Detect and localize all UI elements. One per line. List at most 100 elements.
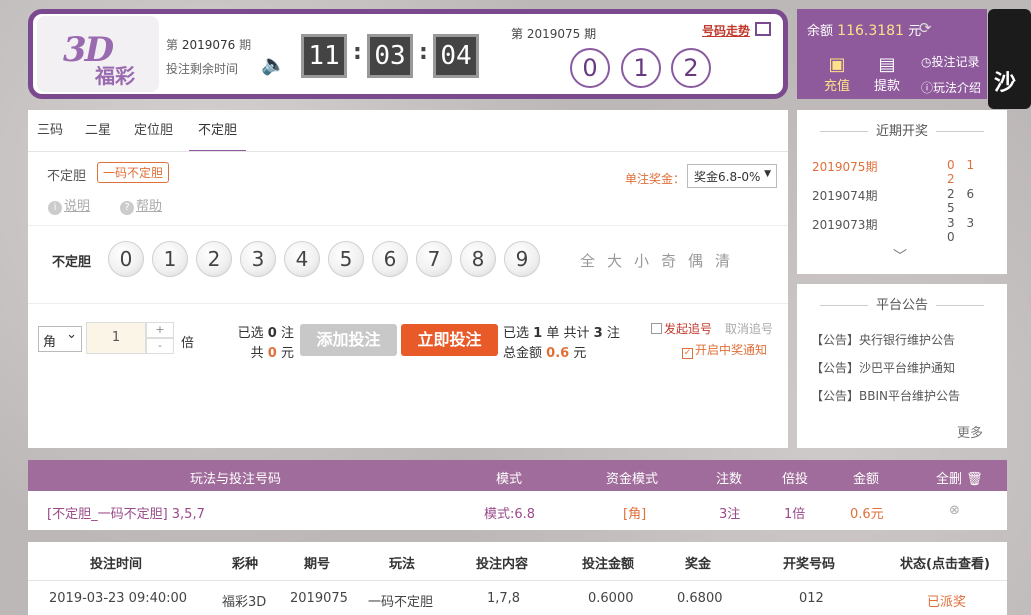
chevron-down-icon[interactable]: ﹀ (893, 246, 907, 266)
play-intro-link[interactable]: ⓘ玩法介绍 (921, 79, 981, 96)
hist-time: 2019-03-23 09:40:00 (49, 591, 188, 606)
hist-status-link[interactable]: 已派奖 (927, 591, 966, 610)
cancel-chase-link[interactable]: 取消追号 (725, 320, 773, 337)
countdown-colon: : (353, 40, 362, 65)
explain-link[interactable]: i 说明 (48, 195, 90, 215)
divider (28, 225, 788, 226)
cart-play: [不定胆_一码不定胆] 3,5,7 (47, 507, 205, 522)
current-issue: 第 2019076 期 (166, 38, 252, 52)
hist-col-time: 投注时间 (90, 557, 143, 572)
add-bet-button[interactable]: 添加投注 (300, 324, 397, 356)
digit-ball-0[interactable]: 0 (108, 241, 144, 277)
digit-ball-4[interactable]: 4 (284, 241, 320, 277)
digit-ball-8[interactable]: 8 (460, 241, 496, 277)
notice-item[interactable]: 【公告】央行银行维护公告 (811, 331, 955, 348)
recent-draws-title: 近期开奖 (797, 120, 1007, 139)
hist-content: 1,7,8 (487, 591, 521, 606)
selected-total: 共 0 元 (250, 346, 294, 361)
current-issue-number: 2019076 (181, 38, 236, 52)
prize-label: 单注奖金： (625, 172, 686, 186)
notice-item[interactable]: 【公告】BBIN平台维护公告 (811, 387, 960, 404)
prev-draw-ball: 1 (621, 48, 661, 88)
quick-small[interactable]: 小 (634, 250, 649, 271)
cart-col-mode: 模式 (496, 472, 523, 487)
digit-ball-5[interactable]: 5 (328, 241, 364, 277)
digit-ball-6[interactable]: 6 (372, 241, 408, 277)
notice-item[interactable]: 【公告】沙巴平台维护通知 (811, 359, 955, 376)
sub-type-option[interactable]: 一码不定胆 (97, 162, 170, 183)
tab-budingdan[interactable]: 不定胆 (189, 110, 247, 152)
wallet-icon: ▤ (878, 54, 896, 75)
digit-ball-9[interactable]: 9 (504, 241, 540, 277)
balance-amount: 116.3181 (837, 23, 904, 39)
digit-ball-2[interactable]: 2 (196, 241, 232, 277)
deposit-icon: ▣ (828, 54, 846, 75)
divider (28, 303, 788, 304)
balance: 余额 116.3181 元 (807, 23, 922, 39)
countdown-seconds: 04 (433, 34, 479, 78)
more-notices-link[interactable]: 更多 (957, 422, 983, 441)
notices-panel: 平台公告 【公告】央行银行维护公告 【公告】沙巴平台维护通知 【公告】BBIN平… (797, 284, 1007, 448)
withdraw-button[interactable]: ▤ 提款 (867, 54, 907, 95)
tab-sanma[interactable]: 三码 (28, 110, 72, 152)
notify-checkbox[interactable]: ✓ 开启中奖通知 (682, 341, 767, 359)
tab-erxing[interactable]: 二星 (76, 110, 120, 152)
digit-ball-3[interactable]: 3 (240, 241, 276, 277)
quick-big[interactable]: 大 (607, 250, 622, 271)
divider (28, 580, 1007, 581)
chase-checkbox[interactable]: 发起追号 (651, 320, 712, 337)
bet-record-link[interactable]: ◷投注记录 (921, 53, 980, 70)
cart-mode: 模式:6.8 (484, 507, 536, 522)
digit-ball-7[interactable]: 7 (416, 241, 452, 277)
bet-cart: 玩法与投注号码 模式 资金模式 注数 倍投 金额 全删 🗑 [不定胆_一码不定胆… (28, 460, 1007, 530)
order-summary: 已选 1 单 共计 3 注 (503, 326, 620, 341)
unit-select[interactable]: 角 (38, 326, 82, 352)
tabs-divider (28, 151, 788, 152)
cart-col-count: 注数 (716, 472, 743, 487)
bet-panel: 三码 二星 定位胆 不定胆 不定胆 一码不定胆 i 说明 ? 帮助 单注奖金： 奖金… (28, 110, 788, 448)
cart-count: 3注 (719, 507, 741, 522)
table-row: [不定胆_一码不定胆] 3,5,7 模式:6.8 [角] 3注 1倍 0.6元 … (28, 491, 1007, 530)
hist-draw: 012 (799, 591, 824, 606)
refresh-icon[interactable]: ⟳ (919, 19, 932, 37)
checkbox-icon (651, 323, 662, 334)
quick-clear[interactable]: 清 (715, 250, 730, 271)
recent-draws-panel: 近期开奖 2019075期 0 1 2 2019074期 2 6 5 2019073… (797, 110, 1007, 274)
order-total: 总金额 0.6 元 (503, 346, 587, 361)
prize-select[interactable]: 奖金6.8-0% (687, 164, 777, 188)
digit-row-label: 不定胆 (52, 255, 92, 270)
remove-row-icon[interactable]: ⊗ (949, 503, 960, 518)
quick-even[interactable]: 偶 (688, 250, 703, 271)
bet-history: 投注时间 彩种 期号 玩法 投注内容 投注金额 奖金 开奖号码 状态(点击查看)… (28, 542, 1007, 615)
trash-icon: 🗑 (966, 472, 983, 487)
checked-icon: ✓ (682, 348, 693, 359)
cart-multiple: 1倍 (784, 507, 806, 522)
multiplier-input[interactable]: 1 (86, 322, 146, 354)
quick-all[interactable]: 全 (580, 250, 595, 271)
prev-draw-ball: 2 (671, 48, 711, 88)
deposit-button[interactable]: ▣ 充值 (817, 54, 857, 95)
trend-chart-icon[interactable] (755, 22, 771, 36)
trend-link[interactable]: 号码走势 (702, 22, 750, 39)
hist-issue: 2019075 (290, 591, 348, 606)
promo-tile[interactable]: 沙 (988, 9, 1031, 109)
hist-col-content: 投注内容 (476, 557, 529, 572)
tab-dingweidan[interactable]: 定位胆 (125, 110, 182, 152)
multiplier-decrease[interactable]: - (146, 338, 174, 354)
bet-now-button[interactable]: 立即投注 (401, 324, 498, 356)
logo-box: 3D 福彩 (37, 16, 159, 92)
lottery-header: 3D 福彩 第 2019076 期 投注剩余时间 🔈 11 : 03 : 04 … (28, 9, 788, 99)
hist-lottery: 福彩3D (222, 595, 267, 610)
digit-ball-1[interactable]: 1 (152, 241, 188, 277)
speaker-icon[interactable]: 🔈 (261, 52, 286, 76)
hist-col-amount: 投注金额 (582, 557, 635, 572)
cart-col-fund: 资金模式 (606, 472, 659, 487)
multiplier-unit: 倍 (181, 336, 195, 351)
info-icon: i (48, 201, 62, 215)
delete-all-button[interactable]: 全删 🗑 (936, 468, 983, 487)
help-link[interactable]: ? 帮助 (120, 195, 162, 215)
quick-odd[interactable]: 奇 (661, 250, 676, 271)
multiplier-increase[interactable]: + (146, 322, 174, 338)
cart-col-amount: 金额 (853, 472, 880, 487)
sub-type-label: 不定胆 (47, 169, 87, 184)
